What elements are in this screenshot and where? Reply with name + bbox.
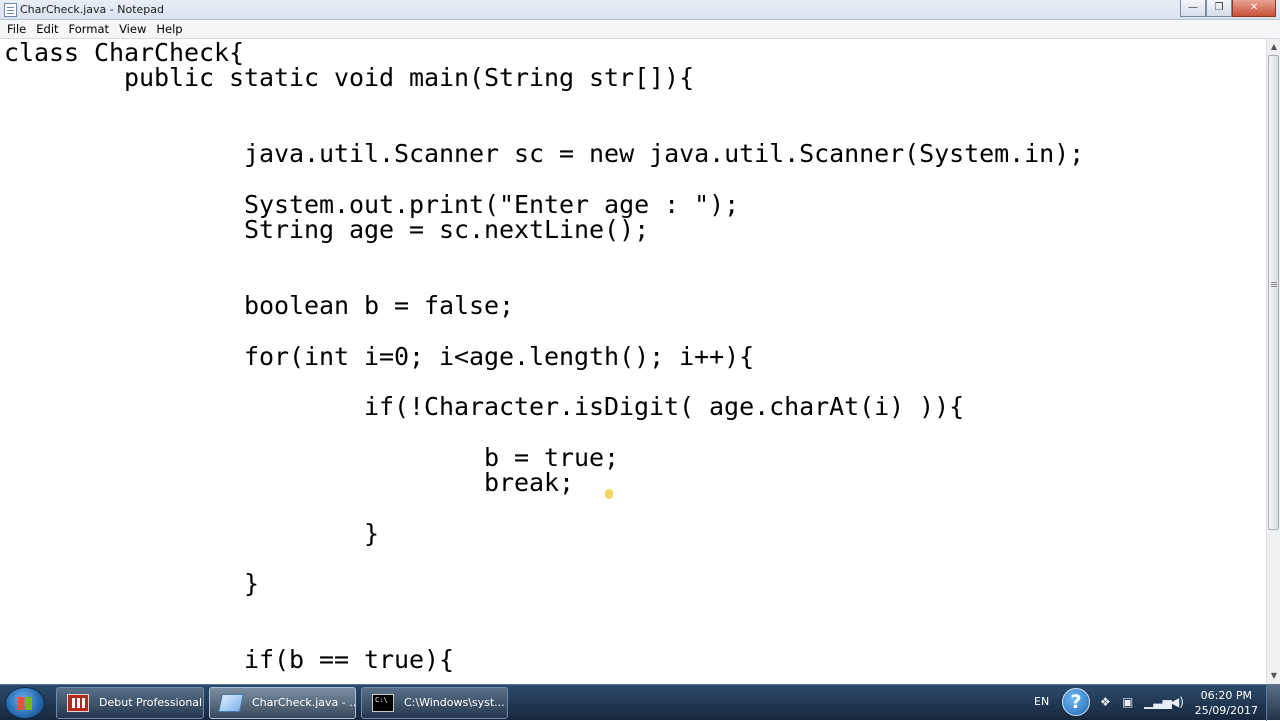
show-desktop-button[interactable]: [1266, 685, 1280, 721]
menu-file[interactable]: File: [2, 20, 31, 39]
maximize-button[interactable]: ❐: [1206, 0, 1232, 17]
menu-help[interactable]: Help: [151, 20, 187, 39]
title-bar[interactable]: CharCheck.java - Notepad — ❐ ✕: [0, 0, 1280, 20]
menu-view[interactable]: View: [114, 20, 151, 39]
menu-edit[interactable]: Edit: [31, 20, 63, 39]
cmd-icon: [372, 694, 394, 712]
scroll-grip-icon: [1271, 282, 1277, 283]
clock-date: 25/09/2017: [1194, 704, 1258, 717]
vertical-scrollbar[interactable]: ▲ ▼: [1266, 39, 1280, 684]
tray-device-icon[interactable]: ▣: [1122, 695, 1133, 709]
clock[interactable]: 06:20 PM 25/09/2017: [1195, 688, 1258, 718]
start-button[interactable]: [5, 687, 45, 719]
scroll-up-arrow-icon[interactable]: ▲: [1267, 39, 1280, 55]
network-signal-icon[interactable]: ▁▃▅: [1144, 695, 1172, 709]
taskbar-item-label: CharCheck.java - ...: [252, 696, 356, 709]
taskbar-item-debut[interactable]: Debut Professional: [56, 687, 204, 719]
notepad-app-icon[interactable]: [4, 3, 17, 17]
language-indicator[interactable]: EN: [1034, 695, 1049, 708]
window-title: CharCheck.java - Notepad: [20, 3, 165, 16]
system-tray: EN ? ❖ ▣ ▁▃▅ ◀) 06:20 PM 25/09/2017: [1010, 685, 1280, 721]
taskbar-item-notepad[interactable]: CharCheck.java - ...: [209, 687, 356, 719]
debut-icon: [67, 694, 89, 712]
text-editor-area[interactable]: class CharCheck{ public static void main…: [0, 39, 1266, 684]
minimize-button[interactable]: —: [1180, 0, 1206, 17]
taskbar-item-label: Debut Professional: [99, 696, 203, 709]
notepad-icon: [218, 694, 244, 712]
mouse-cursor-highlight: [605, 489, 613, 499]
window-controls: — ❐ ✕: [1180, 0, 1276, 17]
dropbox-icon[interactable]: ❖: [1100, 695, 1111, 709]
close-button[interactable]: ✕: [1232, 0, 1276, 17]
help-icon[interactable]: ?: [1062, 688, 1090, 716]
scroll-down-arrow-icon[interactable]: ▼: [1267, 668, 1280, 684]
menu-format[interactable]: Format: [64, 20, 115, 39]
taskbar-item-cmd[interactable]: C:\Windows\syst...: [361, 687, 508, 719]
clock-time: 06:20 PM: [1200, 689, 1252, 702]
menu-bar: File Edit Format View Help: [0, 20, 1280, 39]
taskbar-item-label: C:\Windows\syst...: [404, 696, 505, 709]
scroll-thumb[interactable]: [1268, 55, 1279, 530]
code-text[interactable]: class CharCheck{ public static void main…: [4, 40, 1084, 672]
volume-icon[interactable]: ◀): [1170, 695, 1184, 709]
taskbar: Debut Professional CharCheck.java - ... …: [0, 684, 1280, 721]
